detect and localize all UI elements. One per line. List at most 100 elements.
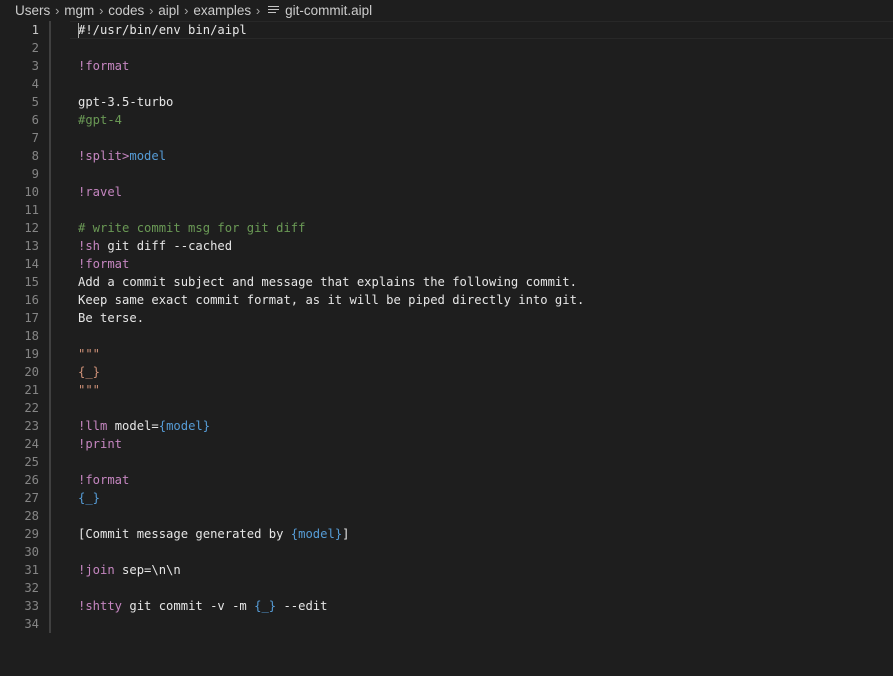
- code-token: model: [129, 149, 167, 163]
- code-editor[interactable]: 1 #!/usr/bin/env bin/aipl 2 3 !format 4 5 gpt-3…: [0, 21, 893, 676]
- code-token: #gpt-4: [78, 113, 123, 127]
- code-token: # write commit msg for git diff: [78, 221, 306, 235]
- line-number: 16: [24, 293, 39, 307]
- breadcrumb-item-users[interactable]: Users: [15, 3, 50, 18]
- line-number: 29: [24, 527, 39, 541]
- code-text: {_}: [78, 363, 100, 381]
- line-number: 1: [31, 23, 39, 37]
- code-line[interactable]: 9: [0, 165, 893, 183]
- breadcrumb: Users › mgm › codes › aipl › examples › …: [0, 0, 893, 21]
- code-line[interactable]: 8 !split>model: [0, 147, 893, 165]
- line-number: 5: [31, 95, 39, 109]
- code-line[interactable]: 34: [0, 615, 893, 633]
- line-number: 2: [31, 41, 39, 55]
- code-line[interactable]: 7: [0, 129, 893, 147]
- chevron-right-icon: ›: [99, 3, 104, 18]
- code-text: !sh git diff --cached: [78, 237, 232, 255]
- code-line[interactable]: 6 #gpt-4: [0, 111, 893, 129]
- code-line[interactable]: 2: [0, 39, 893, 57]
- code-text: !split>model: [78, 147, 166, 165]
- line-number: 26: [24, 473, 39, 487]
- line-number: 12: [24, 221, 39, 235]
- code-token: {_}: [78, 491, 101, 505]
- code-line[interactable]: 11: [0, 201, 893, 219]
- code-line[interactable]: 15 Add a commit subject and message that …: [0, 273, 893, 291]
- code-line[interactable]: 26 !format: [0, 471, 893, 489]
- breadcrumb-file-name[interactable]: git-commit.aipl: [285, 3, 372, 18]
- breadcrumb-item-mgm[interactable]: mgm: [64, 3, 94, 18]
- code-line[interactable]: 22: [0, 399, 893, 417]
- text-file-icon: [268, 5, 280, 16]
- line-number: 32: [24, 581, 39, 595]
- code-text: # write commit msg for git diff: [78, 219, 305, 237]
- code-line[interactable]: 31 !join sep=\n\n: [0, 561, 893, 579]
- breadcrumb-item-codes[interactable]: codes: [108, 3, 144, 18]
- code-text: !format: [78, 255, 129, 273]
- code-line[interactable]: 3 !format: [0, 57, 893, 75]
- line-number: 31: [24, 563, 39, 577]
- code-line[interactable]: 5 gpt-3.5-turbo: [0, 93, 893, 111]
- code-text: """: [78, 345, 100, 363]
- code-line[interactable]: 24 !print: [0, 435, 893, 453]
- code-line[interactable]: 20 {_}: [0, 363, 893, 381]
- code-token: Be terse.: [78, 311, 145, 325]
- code-line[interactable]: 17 Be terse.: [0, 309, 893, 327]
- code-line[interactable]: 14 !format: [0, 255, 893, 273]
- code-token: !format: [78, 59, 130, 73]
- chevron-right-icon: ›: [149, 3, 154, 18]
- code-line[interactable]: 10 !ravel: [0, 183, 893, 201]
- indent-guide: [49, 21, 51, 633]
- code-text: !print: [78, 435, 122, 453]
- code-line[interactable]: 12 # write commit msg for git diff: [0, 219, 893, 237]
- code-token: !shtty: [78, 599, 123, 613]
- breadcrumb-item-examples[interactable]: examples: [193, 3, 251, 18]
- line-number: 14: [24, 257, 39, 271]
- code-line[interactable]: 18: [0, 327, 893, 345]
- code-line[interactable]: 29 [Commit message generated by {model}]: [0, 525, 893, 543]
- line-number: 19: [24, 347, 39, 361]
- code-token: {model}: [158, 419, 211, 433]
- breadcrumb-item-aipl[interactable]: aipl: [158, 3, 179, 18]
- current-line-highlight: [70, 21, 893, 39]
- code-line[interactable]: 28: [0, 507, 893, 525]
- code-text: !llm model={model}: [78, 417, 210, 435]
- code-token: [Commit message generated by: [78, 527, 291, 541]
- line-number: 13: [24, 239, 39, 253]
- code-token: sep=\n\n: [114, 563, 181, 577]
- code-line[interactable]: 19 """: [0, 345, 893, 363]
- code-line[interactable]: 25: [0, 453, 893, 471]
- code-token: Keep same exact commit format, as it wil…: [78, 293, 585, 307]
- chevron-right-icon: ›: [55, 3, 60, 18]
- code-line[interactable]: 33 !shtty git commit -v -m {_} --edit: [0, 597, 893, 615]
- code-token: gpt-3.5-turbo: [78, 95, 174, 109]
- code-line[interactable]: 4: [0, 75, 893, 93]
- line-number: 18: [24, 329, 39, 343]
- line-number: 8: [31, 149, 39, 163]
- line-number: 10: [24, 185, 39, 199]
- text-cursor: [78, 23, 79, 38]
- code-text: !format: [78, 57, 129, 75]
- code-line[interactable]: 32: [0, 579, 893, 597]
- code-line[interactable]: 21 """: [0, 381, 893, 399]
- line-number: 24: [24, 437, 39, 451]
- line-number: 20: [24, 365, 39, 379]
- code-text: !shtty git commit -v -m {_} --edit: [78, 597, 328, 615]
- code-token: !join: [78, 563, 115, 577]
- code-line[interactable]: 13 !sh git diff --cached: [0, 237, 893, 255]
- code-line[interactable]: 23 !llm model={model}: [0, 417, 893, 435]
- line-number: 33: [24, 599, 39, 613]
- line-number: 17: [24, 311, 39, 325]
- chevron-right-icon: ›: [184, 3, 189, 18]
- code-line[interactable]: 27 {_}: [0, 489, 893, 507]
- code-token: !llm: [78, 419, 108, 433]
- code-token: """: [78, 347, 101, 361]
- line-number: 11: [24, 203, 39, 217]
- line-number: 23: [24, 419, 39, 433]
- code-text: gpt-3.5-turbo: [78, 93, 173, 111]
- code-line[interactable]: 16 Keep same exact commit format, as it w…: [0, 291, 893, 309]
- code-token: git commit -v -m: [122, 599, 255, 613]
- code-text: [Commit message generated by {model}]: [78, 525, 350, 543]
- code-line[interactable]: 30: [0, 543, 893, 561]
- code-text: #gpt-4: [78, 111, 122, 129]
- line-number: 7: [31, 131, 39, 145]
